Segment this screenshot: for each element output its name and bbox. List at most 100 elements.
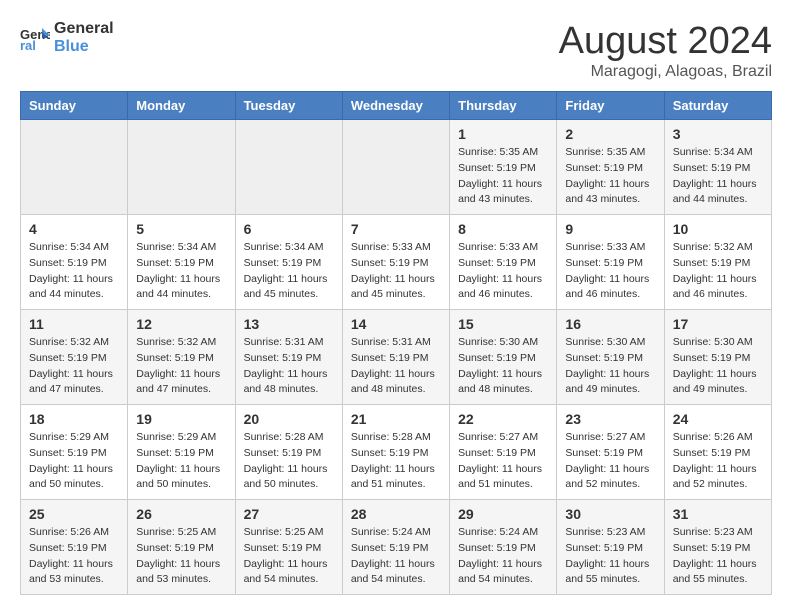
calendar-cell: 1 Sunrise: 5:35 AM Sunset: 5:19 PM Daylig…: [450, 120, 557, 215]
calendar-cell: 10 Sunrise: 5:32 AM Sunset: 5:19 PM Dayli…: [664, 215, 771, 310]
calendar-cell: 13Sunrise: 5:31 AM Sunset: 5:19 PM Dayli…: [235, 310, 342, 405]
day-number: 12: [136, 316, 226, 332]
day-info: Sunrise: 5:27 AM Sunset: 5:19 PM Dayligh…: [458, 430, 548, 493]
calendar-cell: 30 Sunrise: 5:23 AM Sunset: 5:19 PM Dayli…: [557, 500, 664, 595]
calendar-cell: 2 Sunrise: 5:35 AM Sunset: 5:19 PM Daylig…: [557, 120, 664, 215]
calendar-cell: 23 Sunrise: 5:27 AM Sunset: 5:19 PM Dayli…: [557, 405, 664, 500]
day-info: Sunrise: 5:32 AM Sunset: 5:19 PM Dayligh…: [673, 240, 763, 303]
day-number: 17: [673, 316, 763, 332]
month-title: August 2024: [559, 20, 772, 63]
calendar-week-row: 4 Sunrise: 5:34 AM Sunset: 5:19 PM Daylig…: [21, 215, 772, 310]
day-info: Sunrise: 5:33 AM Sunset: 5:19 PM Dayligh…: [458, 240, 548, 303]
weekday-header: Sunday: [21, 92, 128, 120]
day-info: Sunrise: 5:27 AM Sunset: 5:19 PM Dayligh…: [565, 430, 655, 493]
weekday-header: Tuesday: [235, 92, 342, 120]
day-info: Sunrise: 5:26 AM Sunset: 5:19 PM Dayligh…: [673, 430, 763, 493]
day-number: 10: [673, 221, 763, 237]
logo-text-line2: Blue: [54, 38, 114, 56]
calendar-cell: 12 Sunrise: 5:32 AM Sunset: 5:19 PM Dayli…: [128, 310, 235, 405]
day-number: 19: [136, 411, 226, 427]
calendar-cell: 4 Sunrise: 5:34 AM Sunset: 5:19 PM Daylig…: [21, 215, 128, 310]
day-info: Sunrise: 5:25 AM Sunset: 5:19 PM Dayligh…: [244, 525, 334, 588]
day-info: Sunrise: 5:29 AM Sunset: 5:19 PM Dayligh…: [29, 430, 119, 493]
calendar-cell: 7 Sunrise: 5:33 AM Sunset: 5:19 PM Daylig…: [342, 215, 449, 310]
weekday-header: Wednesday: [342, 92, 449, 120]
day-number: 29: [458, 506, 548, 522]
day-info: Sunrise: 5:32 AM Sunset: 5:19 PM Dayligh…: [136, 335, 226, 398]
day-number: 15: [458, 316, 548, 332]
calendar-cell: [235, 120, 342, 215]
day-number: 4: [29, 221, 119, 237]
calendar-cell: 15 Sunrise: 5:30 AM Sunset: 5:19 PM Dayli…: [450, 310, 557, 405]
logo-text-line1: General: [54, 20, 114, 38]
calendar-cell: 8 Sunrise: 5:33 AM Sunset: 5:19 PM Daylig…: [450, 215, 557, 310]
day-info: Sunrise: 5:34 AM Sunset: 5:19 PM Dayligh…: [673, 145, 763, 208]
calendar-cell: 26 Sunrise: 5:25 AM Sunset: 5:19 PM Dayli…: [128, 500, 235, 595]
calendar-week-row: 11 Sunrise: 5:32 AM Sunset: 5:19 PM Dayli…: [21, 310, 772, 405]
day-info: Sunrise: 5:23 AM Sunset: 5:19 PM Dayligh…: [673, 525, 763, 588]
calendar-week-row: 25Sunrise: 5:26 AM Sunset: 5:19 PM Dayli…: [21, 500, 772, 595]
calendar-cell: 27 Sunrise: 5:25 AM Sunset: 5:19 PM Dayli…: [235, 500, 342, 595]
title-block: August 2024 Maragogi, Alagoas, Brazil: [559, 20, 772, 81]
day-info: Sunrise: 5:35 AM Sunset: 5:19 PM Dayligh…: [458, 145, 548, 208]
day-info: Sunrise: 5:28 AM Sunset: 5:19 PM Dayligh…: [351, 430, 441, 493]
calendar-cell: 14 Sunrise: 5:31 AM Sunset: 5:19 PM Dayli…: [342, 310, 449, 405]
day-number: 21: [351, 411, 441, 427]
day-number: 3: [673, 126, 763, 142]
calendar-cell: 20Sunrise: 5:28 AM Sunset: 5:19 PM Dayli…: [235, 405, 342, 500]
calendar-cell: 17 Sunrise: 5:30 AM Sunset: 5:19 PM Dayli…: [664, 310, 771, 405]
calendar-week-row: 1 Sunrise: 5:35 AM Sunset: 5:19 PM Daylig…: [21, 120, 772, 215]
day-number: 1: [458, 126, 548, 142]
day-number: 22: [458, 411, 548, 427]
day-number: 8: [458, 221, 548, 237]
calendar-cell: 6Sunrise: 5:34 AM Sunset: 5:19 PM Daylig…: [235, 215, 342, 310]
day-info: Sunrise: 5:30 AM Sunset: 5:19 PM Dayligh…: [565, 335, 655, 398]
calendar-cell: 28Sunrise: 5:24 AM Sunset: 5:19 PM Dayli…: [342, 500, 449, 595]
calendar-cell: 19 Sunrise: 5:29 AM Sunset: 5:19 PM Dayli…: [128, 405, 235, 500]
calendar-cell: 11 Sunrise: 5:32 AM Sunset: 5:19 PM Dayli…: [21, 310, 128, 405]
day-info: Sunrise: 5:24 AM Sunset: 5:19 PM Dayligh…: [458, 525, 548, 588]
location: Maragogi, Alagoas, Brazil: [559, 63, 772, 81]
day-number: 24: [673, 411, 763, 427]
day-number: 5: [136, 221, 226, 237]
calendar-cell: 18 Sunrise: 5:29 AM Sunset: 5:19 PM Dayli…: [21, 405, 128, 500]
calendar-cell: [21, 120, 128, 215]
day-info: Sunrise: 5:33 AM Sunset: 5:19 PM Dayligh…: [565, 240, 655, 303]
weekday-header: Friday: [557, 92, 664, 120]
calendar-cell: 31 Sunrise: 5:23 AM Sunset: 5:19 PM Dayli…: [664, 500, 771, 595]
calendar-cell: 3 Sunrise: 5:34 AM Sunset: 5:19 PM Daylig…: [664, 120, 771, 215]
day-number: 25: [29, 506, 119, 522]
calendar-cell: 21 Sunrise: 5:28 AM Sunset: 5:19 PM Dayli…: [342, 405, 449, 500]
day-info: Sunrise: 5:23 AM Sunset: 5:19 PM Dayligh…: [565, 525, 655, 588]
calendar-cell: 16Sunrise: 5:30 AM Sunset: 5:19 PM Dayli…: [557, 310, 664, 405]
weekday-header-row: SundayMondayTuesdayWednesdayThursdayFrid…: [21, 92, 772, 120]
day-number: 18: [29, 411, 119, 427]
calendar-cell: 9Sunrise: 5:33 AM Sunset: 5:19 PM Daylig…: [557, 215, 664, 310]
calendar-cell: [342, 120, 449, 215]
day-number: 13: [244, 316, 334, 332]
day-info: Sunrise: 5:28 AM Sunset: 5:19 PM Dayligh…: [244, 430, 334, 493]
day-info: Sunrise: 5:25 AM Sunset: 5:19 PM Dayligh…: [136, 525, 226, 588]
day-number: 26: [136, 506, 226, 522]
weekday-header: Thursday: [450, 92, 557, 120]
day-number: 7: [351, 221, 441, 237]
day-info: Sunrise: 5:29 AM Sunset: 5:19 PM Dayligh…: [136, 430, 226, 493]
day-info: Sunrise: 5:35 AM Sunset: 5:19 PM Dayligh…: [565, 145, 655, 208]
day-number: 31: [673, 506, 763, 522]
day-info: Sunrise: 5:30 AM Sunset: 5:19 PM Dayligh…: [458, 335, 548, 398]
day-number: 27: [244, 506, 334, 522]
day-number: 14: [351, 316, 441, 332]
calendar-cell: [128, 120, 235, 215]
day-info: Sunrise: 5:24 AM Sunset: 5:19 PM Dayligh…: [351, 525, 441, 588]
day-info: Sunrise: 5:33 AM Sunset: 5:19 PM Dayligh…: [351, 240, 441, 303]
day-info: Sunrise: 5:30 AM Sunset: 5:19 PM Dayligh…: [673, 335, 763, 398]
day-number: 23: [565, 411, 655, 427]
day-info: Sunrise: 5:31 AM Sunset: 5:19 PM Dayligh…: [351, 335, 441, 398]
day-number: 2: [565, 126, 655, 142]
weekday-header: Saturday: [664, 92, 771, 120]
day-number: 11: [29, 316, 119, 332]
day-info: Sunrise: 5:32 AM Sunset: 5:19 PM Dayligh…: [29, 335, 119, 398]
day-info: Sunrise: 5:34 AM Sunset: 5:19 PM Dayligh…: [29, 240, 119, 303]
page-header: Gene ral General Blue August 2024 Marago…: [20, 20, 772, 81]
day-number: 30: [565, 506, 655, 522]
